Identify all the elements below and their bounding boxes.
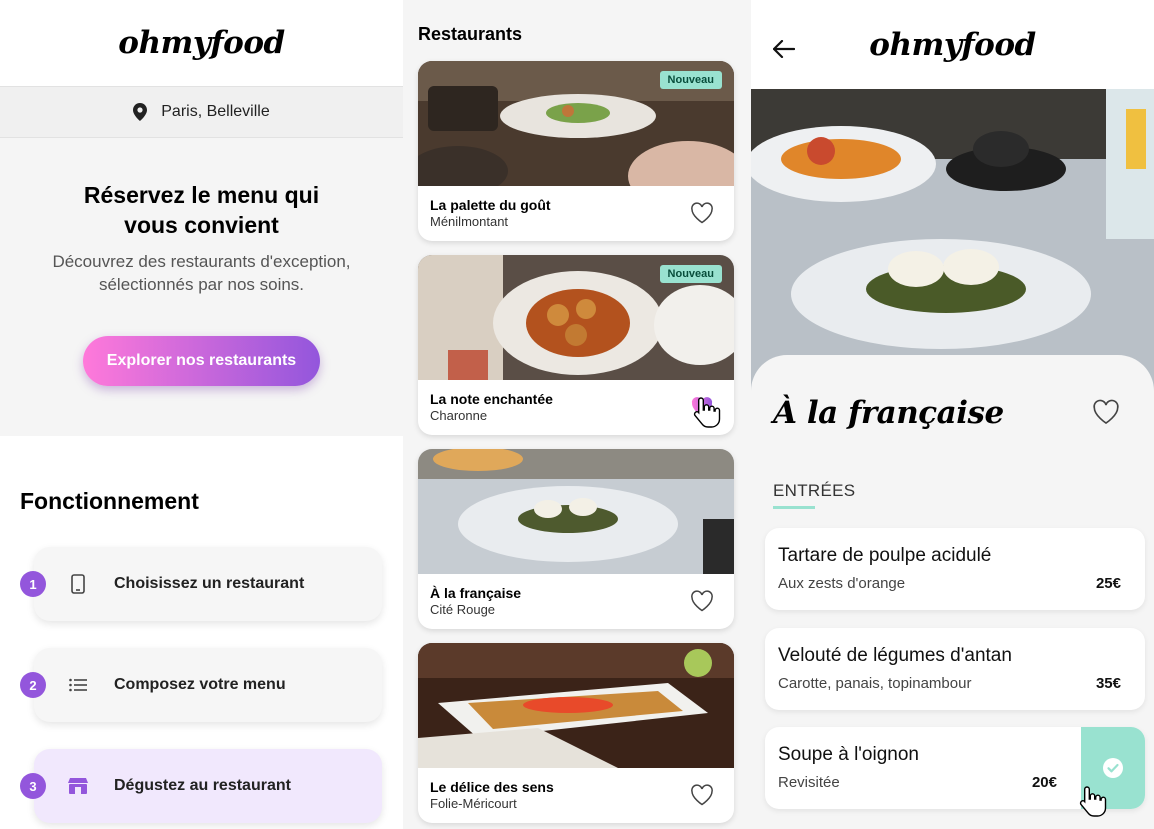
menu-screen: ohmyfood À la française ENTRÉES Tartare … bbox=[751, 0, 1154, 829]
restaurant-card[interactable]: Le délice des sens Folie-Méricourt bbox=[418, 643, 734, 823]
home-header: ohmyfood bbox=[0, 0, 403, 86]
restaurant-photo bbox=[418, 643, 734, 768]
restaurant-card[interactable]: Nouveau La note enchantée Charonne bbox=[418, 255, 734, 435]
hero-subtitle: Découvrez des restaurants d'exception, s… bbox=[0, 250, 403, 296]
dish-name: Tartare de poulpe acidulé bbox=[778, 545, 992, 566]
restaurant-name: La note enchantée bbox=[430, 391, 553, 407]
restaurants-title: Restaurants bbox=[418, 24, 523, 44]
restaurant-area: Cité Rouge bbox=[430, 602, 496, 617]
hero-subtitle-line-2: sélectionnés par nos soins. bbox=[98, 275, 305, 294]
heart-outline-icon[interactable] bbox=[690, 784, 714, 806]
step-label: Composez votre menu bbox=[114, 676, 286, 693]
hero-title: Réservez le menu qui vous convient bbox=[83, 182, 320, 238]
hero-subtitle-line-1: Découvrez des restaurants d'exception, bbox=[52, 252, 351, 271]
location-bar[interactable]: Paris, Belleville bbox=[0, 86, 403, 138]
explore-restaurants-button[interactable]: Explorer nos restaurants bbox=[83, 336, 320, 386]
back-arrow-icon[interactable] bbox=[773, 40, 795, 58]
home-screen: ohmyfood Paris, Belleville Réservez le m… bbox=[0, 0, 403, 829]
restaurant-card[interactable]: À la française Cité Rouge bbox=[418, 449, 734, 629]
restaurant-name: La palette du goût bbox=[430, 197, 551, 213]
dish-price: 20€ bbox=[1031, 774, 1057, 791]
step-label: Dégustez au restaurant bbox=[114, 777, 291, 794]
restaurant-area: Ménilmontant bbox=[430, 214, 509, 229]
heart-outline-icon[interactable] bbox=[690, 202, 714, 224]
restaurant-name: Le délice des sens bbox=[430, 779, 554, 795]
card-body: La palette du goût Ménilmontant bbox=[418, 186, 734, 241]
step-enjoy-restaurant[interactable]: 3 Dégustez au restaurant bbox=[20, 749, 382, 823]
heart-outline-icon[interactable] bbox=[1092, 399, 1120, 425]
check-panel[interactable] bbox=[1081, 727, 1145, 809]
dish-description: Aux zests d'orange bbox=[778, 575, 906, 592]
heart-filled-icon[interactable] bbox=[690, 396, 714, 418]
check-circle-icon bbox=[1103, 758, 1123, 778]
dish-description: Revisitée bbox=[778, 774, 840, 791]
restaurant-card[interactable]: Nouveau La palette du goût Ménilmontant bbox=[418, 61, 734, 241]
step-label: Choisissez un restaurant bbox=[114, 575, 305, 592]
card-body: À la française Cité Rouge bbox=[418, 574, 734, 629]
dish-price: 35€ bbox=[1095, 675, 1121, 692]
dish-price: 25€ bbox=[1095, 575, 1121, 592]
step-choose-restaurant[interactable]: 1 Choisissez un restaurant bbox=[20, 547, 382, 621]
new-badge: Nouveau bbox=[659, 265, 722, 283]
how-it-works-section: Fonctionnement bbox=[0, 436, 403, 515]
new-badge: Nouveau bbox=[659, 71, 722, 89]
restaurant-area: Folie-Méricourt bbox=[430, 796, 517, 811]
restaurant-photo bbox=[418, 449, 734, 574]
restaurant-photo: Nouveau bbox=[418, 61, 734, 186]
map-pin-icon bbox=[133, 103, 148, 121]
menu-header: ohmyfood bbox=[751, 0, 1154, 89]
logo[interactable]: ohmyfood bbox=[118, 25, 285, 61]
dish-name: Velouté de légumes d'antan bbox=[778, 645, 1012, 666]
card-body: Le délice des sens Folie-Méricourt bbox=[418, 768, 734, 823]
hero-section: Réservez le menu qui vous convient Décou… bbox=[0, 138, 403, 436]
heart-outline-icon[interactable] bbox=[690, 590, 714, 612]
restaurant-area: Charonne bbox=[430, 408, 488, 423]
restaurant-hero-photo bbox=[751, 89, 1154, 399]
restaurant-title: À la française bbox=[773, 395, 1004, 431]
step-number: 2 bbox=[20, 672, 46, 698]
dish-item[interactable]: Velouté de légumes d'antan Carotte, pana… bbox=[765, 628, 1145, 710]
step-compose-menu[interactable]: 2 Composez votre menu bbox=[20, 648, 382, 722]
how-it-works-title: Fonctionnement bbox=[20, 488, 199, 514]
dish-name: Soupe à l'oignon bbox=[778, 744, 919, 765]
restaurant-photo: Nouveau bbox=[418, 255, 734, 380]
menu-sheet: À la française ENTRÉES Tartare de poulpe… bbox=[751, 355, 1154, 829]
step-number: 1 bbox=[20, 571, 46, 597]
restaurants-screen: Restaurants Nouveau La palette du goût M… bbox=[403, 0, 751, 829]
location-text: Paris, Belleville bbox=[161, 103, 270, 120]
logo[interactable]: ohmyfood bbox=[869, 27, 1036, 63]
section-title: ENTRÉES bbox=[773, 481, 856, 500]
card-body: La note enchantée Charonne bbox=[418, 380, 734, 435]
dish-description: Carotte, panais, topinambour bbox=[778, 675, 972, 692]
dish-item-selected[interactable]: Soupe à l'oignon Revisitée 20€ bbox=[765, 727, 1145, 809]
dish-item[interactable]: Tartare de poulpe acidulé Aux zests d'or… bbox=[765, 528, 1145, 610]
store-icon bbox=[66, 777, 90, 795]
step-number: 3 bbox=[20, 773, 46, 799]
list-icon bbox=[66, 678, 90, 692]
smartphone-icon bbox=[66, 574, 90, 594]
section-underline bbox=[773, 506, 815, 509]
restaurant-name: À la française bbox=[430, 585, 522, 601]
